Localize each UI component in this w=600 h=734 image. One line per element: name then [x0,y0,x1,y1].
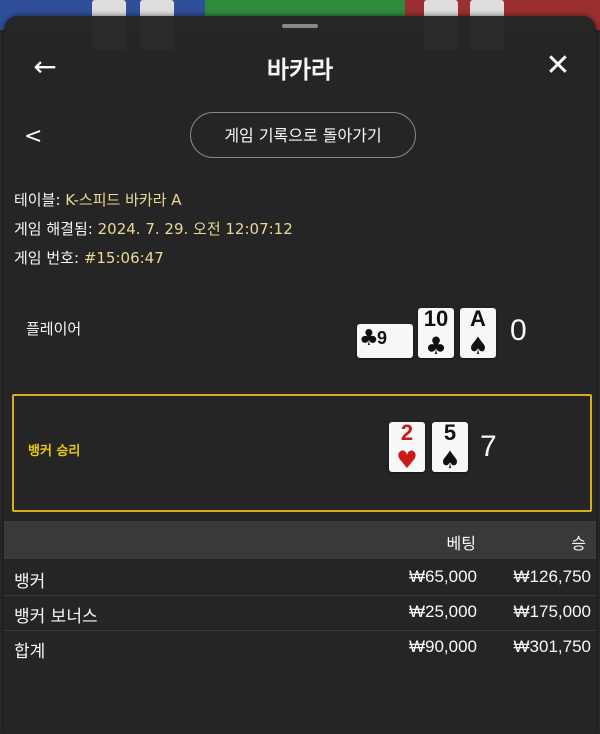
bet-amount: ₩25,000 [408,602,477,621]
game-detail-panel: ← 바카라 ✕ < 게임 기록으로 돌아가기 테이블: K-스피드 바카라 A … [4,16,596,734]
game-number-label: 게임 번호: [14,249,80,267]
table-info-line: 테이블: K-스피드 바카라 A [14,186,293,215]
resolved-value: 2024. 7. 29. 오전 12:07:12 [97,220,293,238]
page-title: 바카라 [266,56,334,84]
banker-win-label: 뱅커 승리 [28,444,81,459]
game-info: 테이블: K-스피드 바카라 A 게임 해결됨: 2024. 7. 29. 오전… [14,186,293,273]
chevron-left-icon[interactable]: < [24,124,42,149]
bet-amount: ₩65,000 [408,567,477,586]
total-win-amount: ₩301,750 [513,637,592,656]
banker-score: 7 [480,430,497,463]
game-number-value: #15:06:47 [83,249,164,267]
win-column-header: 승 [571,534,586,553]
player-score: 0 [510,314,527,347]
win-amount: ₩175,000 [513,602,592,621]
player-card-1: ♣ 9 [357,324,413,358]
table-row: 뱅커 ₩65,000 ₩126,750 [4,561,596,596]
bet-column-header: 베팅 [446,534,476,553]
bet-name: 뱅커 보너스 [14,607,98,627]
resolved-info-line: 게임 해결됨: 2024. 7. 29. 오전 12:07:12 [14,215,293,244]
total-bet-amount: ₩90,000 [408,637,477,656]
bets-table-header: 베팅 승 [4,521,596,559]
card-rank: 9 [377,328,388,348]
total-row: 합계 ₩90,000 ₩301,750 [4,631,596,665]
game-number-line: 게임 번호: #15:06:47 [14,244,293,273]
panel-header: ← 바카라 ✕ [4,44,596,88]
bet-name: 뱅커 [14,572,46,592]
back-to-history-button[interactable]: 게임 기록으로 돌아가기 [190,112,416,158]
subheader: < 게임 기록으로 돌아가기 [4,112,596,162]
table-row: 뱅커 보너스 ₩25,000 ₩175,000 [4,596,596,631]
card-rank: 10 [423,306,449,331]
banker-card-1: 2 ♥ [389,420,425,474]
card-rank: 2 [400,420,414,445]
table-value: K-스피드 바카라 A [65,191,182,209]
close-icon[interactable]: ✕ [542,50,574,82]
total-label: 합계 [14,642,46,662]
card-suit: ♠ [467,332,489,360]
card-suit: ♣ [425,332,447,360]
win-amount: ₩126,750 [513,567,592,586]
table-label: 테이블: [14,191,61,209]
card-rank: A [470,306,486,331]
banker-card-2: 5 ♠ [432,420,468,474]
drag-handle[interactable] [282,24,318,28]
player-result-row: 플레이어 ♣ 9 10 ♣ A ♠ 0 [12,306,592,381]
card-rank: 5 [443,420,457,445]
card-suit: ♣ [359,326,379,351]
resolved-label: 게임 해결됨: [14,220,93,238]
card-suit: ♥ [396,446,418,474]
player-card-2: 10 ♣ [418,306,454,360]
player-card-3: A ♠ [460,306,496,360]
card-suit: ♠ [439,446,461,474]
banker-result-row: 뱅커 승리 2 ♥ 5 ♠ 7 [12,394,592,512]
player-label: 플레이어 [26,320,82,338]
